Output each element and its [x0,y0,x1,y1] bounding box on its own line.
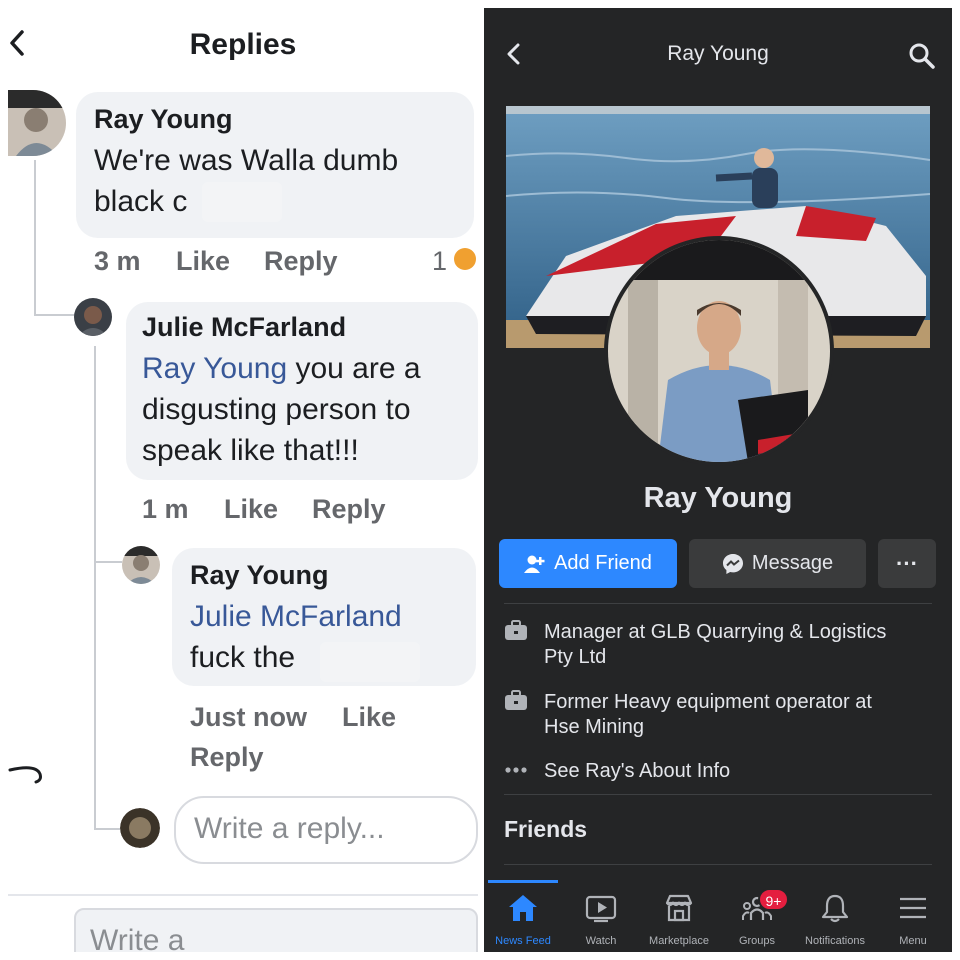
angry-reaction-icon[interactable] [454,248,476,270]
reply-button[interactable]: Reply [264,246,338,277]
tab-marketplace[interactable]: Marketplace [640,880,718,952]
avatar[interactable] [8,90,66,156]
divider [504,864,932,865]
comment-author[interactable]: Ray Young [94,104,233,135]
message-button[interactable]: Message [689,539,866,588]
comment-time: 3 m [94,246,141,276]
briefcase-icon [505,620,527,640]
reply-button[interactable]: Reply [312,494,386,525]
mention-link[interactable]: Julie McFarland [190,596,402,637]
profile-name: Ray Young [643,482,793,514]
add-friend-button[interactable]: Add Friend [499,539,677,588]
home-icon [509,895,537,921]
tab-news-feed[interactable]: News Feed [484,880,562,952]
tab-menu[interactable]: Menu [874,880,952,952]
tab-label: Watch [585,935,617,947]
avatar[interactable] [122,546,160,584]
former-work-info: Former Heavy equipment operator at Hse M… [544,691,872,738]
comment-time: Just now [190,702,308,732]
profile-picture[interactable] [608,240,830,462]
replies-header: Replies [8,8,478,78]
page-title: Replies [189,28,297,61]
divider [504,603,932,604]
watch-icon [585,895,617,923]
comment-text: Ray Young you are a disgusting person to… [142,352,421,467]
menu-icon [900,897,926,919]
like-button[interactable]: Like [224,494,278,525]
reply-button[interactable]: Reply [190,742,264,773]
tab-label: Menu [899,935,927,947]
add-friend-label: Add Friend [554,552,652,574]
profile-panel: Ray Young Ray Young Add Friend Message ·… [484,8,952,952]
tab-label: Groups [738,935,776,947]
avatar [120,808,160,848]
divider [8,894,478,896]
search-icon[interactable] [908,42,936,70]
blurred-text [320,642,420,682]
mention-link[interactable]: Ray Young [142,352,287,385]
reaction-count: 1 [432,246,448,276]
thread-line [94,346,96,828]
more-options-button[interactable]: ··· [878,539,936,588]
notification-badge: 9+ [758,888,789,911]
thread-line [94,828,120,830]
ellipsis-icon [505,767,527,773]
tab-watch[interactable]: Watch [562,880,640,952]
divider [504,794,932,795]
bottom-tab-bar: News Feed Watch Marketplace 9+ Groups No… [484,880,952,952]
bell-icon [821,894,849,923]
write-comment-placeholder: Write a [90,924,185,952]
add-user-icon [524,555,545,573]
tab-notifications[interactable]: Notifications [796,880,874,952]
work-info: Manager at GLB Quarrying & Logistics Pty… [544,621,887,668]
tab-label: Notifications [805,935,865,947]
see-about-info-link[interactable]: See Ray's About Info [544,759,924,784]
avatar[interactable] [74,298,112,336]
pen-mark [8,766,42,784]
like-button[interactable]: Like [176,246,230,277]
briefcase-icon [505,690,527,710]
like-button[interactable]: Like [342,702,396,733]
comment-time: 1 m [142,494,189,524]
friends-heading[interactable]: Friends [504,816,587,843]
messenger-icon [722,553,743,574]
message-label: Message [751,552,834,574]
tab-label: News Feed [495,935,551,947]
comment-author[interactable]: Julie McFarland [142,312,346,343]
active-tab-indicator [488,880,558,883]
marketplace-icon [665,894,693,922]
thread-line [34,314,78,316]
tab-groups[interactable]: 9+ Groups [718,880,796,952]
thread-line [34,160,36,316]
write-reply-placeholder: Write a reply... [194,812,385,845]
comment-author[interactable]: Ray Young [190,560,329,591]
tab-label: Marketplace [649,935,709,947]
header-title: Ray Young [667,42,769,65]
replies-panel: Replies Ray Young We're was Walla dumb b… [8,8,478,952]
blurred-text [202,182,282,222]
thread-line [94,561,122,563]
